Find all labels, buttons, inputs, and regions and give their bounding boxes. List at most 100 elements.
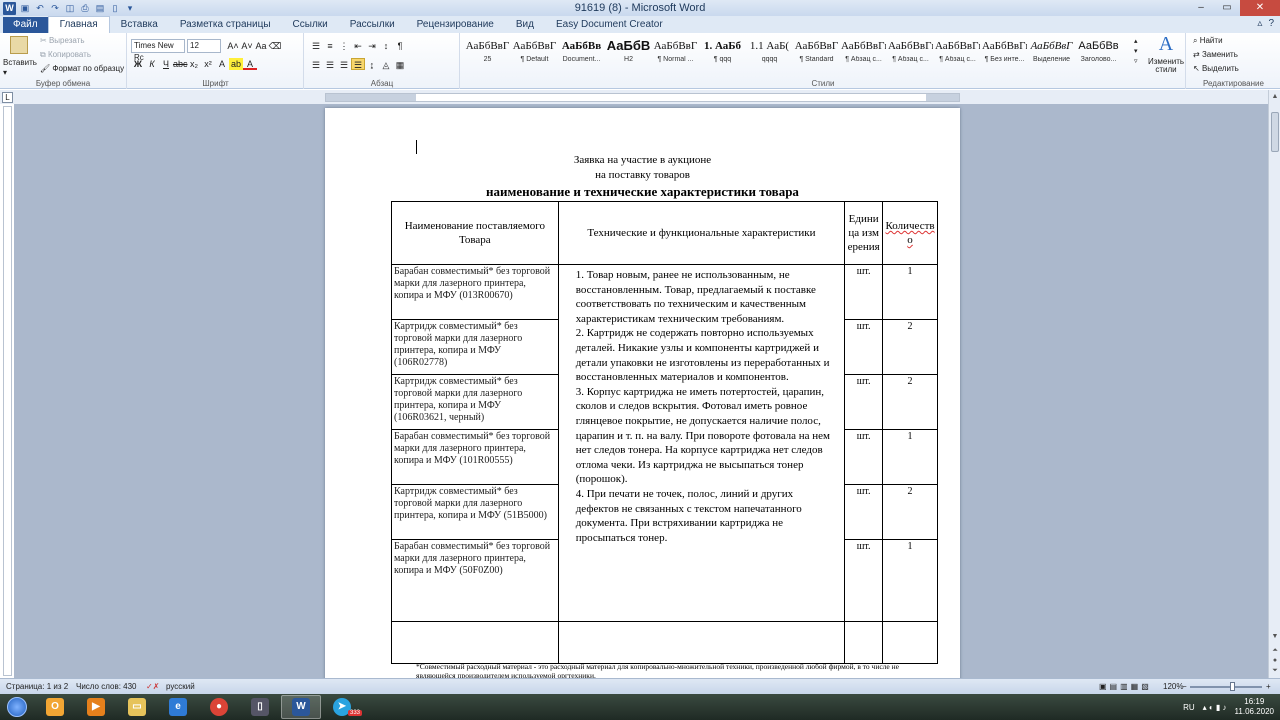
select-button[interactable]: ↖ Выделить [1193,64,1239,73]
style-item[interactable]: АаБбВвГг, ¶ Абзац с... [840,35,887,73]
minimize-ribbon-icon[interactable]: ▵ [1257,18,1262,29]
tab-selector[interactable]: L [2,92,13,103]
customize-qat-icon[interactable]: ▾ [124,2,136,14]
paste-icon[interactable] [10,36,28,54]
sort-icon[interactable]: ↕ [379,40,393,52]
cut-button[interactable]: ✂ Вырезать [40,36,85,45]
zoom-level[interactable]: 120% [1163,682,1183,691]
view-buttons[interactable]: ▣▤▥▦▧ [1099,682,1152,691]
tab-home[interactable]: Главная [47,16,110,33]
zoom-slider[interactable] [1190,686,1262,688]
style-item[interactable]: АаБбВвГ ¶ Normal ... [652,35,699,73]
justify-icon[interactable]: ☰ [351,58,365,70]
style-item[interactable]: АаБбВвГ 25 [464,35,511,73]
start-button[interactable] [0,694,34,720]
increase-indent-icon[interactable]: ⇥ [365,40,379,52]
style-item[interactable]: АаБбВв Заголово... [1075,35,1122,73]
vertical-scrollbar[interactable]: ▲ ▼ ⏶ ● ⏷ [1268,90,1280,678]
italic-icon[interactable]: К [145,58,159,70]
open-icon[interactable]: ▤ [94,2,106,14]
style-item[interactable]: АаБбВв Document... [558,35,605,73]
tab-page-layout[interactable]: Разметка страницы [169,17,282,33]
language-indicator[interactable]: русский [166,682,195,691]
tab-easy-document-creator[interactable]: Easy Document Creator [545,17,674,33]
zoom-in-icon[interactable]: + [1266,682,1271,691]
vertical-ruler[interactable] [3,106,12,676]
strikethrough-icon[interactable]: abc [173,58,188,70]
subscript-icon[interactable]: x₂ [187,58,201,70]
browse-object-icon[interactable]: ● [1269,656,1280,666]
taskbar-outlook[interactable]: O [35,695,75,719]
scroll-down-icon[interactable]: ▼ [1269,632,1280,642]
taskbar-explorer[interactable]: ▭ [117,695,157,719]
bullets-icon[interactable]: ☰ [309,40,323,52]
highlight-icon[interactable]: ab [229,58,243,70]
styles-scroll[interactable]: ▴ ▾ ▿ [1134,37,1138,67]
align-right-icon[interactable]: ☰ [337,59,351,71]
align-center-icon[interactable]: ☰ [323,59,337,71]
text-effects-icon[interactable]: A [215,58,229,70]
tab-mailings[interactable]: Рассылки [339,17,406,33]
word-app-icon[interactable]: W [3,1,16,15]
tab-view[interactable]: Вид [505,17,545,33]
style-item[interactable]: АаБбВвГ Выделение [1028,35,1075,73]
superscript-icon[interactable]: x² [201,58,215,70]
scroll-thumb[interactable] [1271,112,1279,152]
maximize-icon[interactable]: ▭ [1214,0,1240,16]
tray-icons[interactable]: ▴ ◐ ▮ ♪ [1203,703,1227,712]
change-case-icon[interactable]: Aa [254,40,268,52]
taskbar-device[interactable]: ▯ [240,695,280,719]
shrink-font-icon[interactable]: A˅ [240,40,254,52]
clear-format-icon[interactable]: ⌫ [268,40,282,52]
next-page-icon[interactable]: ⏷ [1269,666,1280,676]
taskbar-chrome[interactable]: ● [199,695,239,719]
prev-page-icon[interactable]: ⏶ [1269,646,1280,656]
font-name-select[interactable]: Times New Rc [131,39,185,62]
word-count[interactable]: Число слов: 430 [76,682,136,691]
minimize-icon[interactable]: – [1188,0,1214,16]
style-item[interactable]: 1. АаБб ¶ qqq [699,35,746,73]
show-marks-icon[interactable]: ¶ [393,40,407,52]
font-color-icon[interactable]: A [243,58,257,70]
numbering-icon[interactable]: ≡ [323,40,337,52]
line-spacing-icon[interactable]: ↨ [365,59,379,71]
paste-dropdown-icon[interactable]: ▾ [3,68,7,77]
keyboard-language[interactable]: RU [1183,703,1195,712]
change-styles-button[interactable]: Изменить стили [1145,58,1187,74]
redo-icon[interactable]: ↷ [49,2,61,14]
style-item[interactable]: АаБбВвГг, ¶ Без инте... [981,35,1028,73]
change-styles-icon[interactable]: A [1157,34,1175,54]
clock[interactable]: 16:19 11.06.2020 [1235,697,1274,717]
zoom-slider-knob[interactable] [1230,682,1235,691]
decrease-indent-icon[interactable]: ⇤ [351,40,365,52]
tab-insert[interactable]: Вставка [110,17,169,33]
print-preview-icon[interactable]: ◫ [64,2,76,14]
taskbar-media-player[interactable]: ▶ [76,695,116,719]
find-button[interactable]: ⌕ Найти [1193,36,1223,46]
help-icon[interactable]: ? [1268,18,1274,29]
tab-file[interactable]: Файл [3,17,48,33]
style-item[interactable]: АаБбВвГг, ¶ Абзац с... [887,35,934,73]
proofing-icon[interactable]: ✓✗ [146,682,159,691]
shading-icon[interactable]: ◬ [379,59,393,71]
bold-icon[interactable]: Ж [131,58,145,70]
scroll-up-icon[interactable]: ▲ [1269,92,1280,102]
style-item[interactable]: АаБбВвГг, ¶ Абзац с... [934,35,981,73]
taskbar-ie[interactable]: e [158,695,198,719]
taskbar-word[interactable]: W [281,695,321,719]
save-icon[interactable]: ▣ [19,2,31,14]
tab-references[interactable]: Ссылки [282,17,339,33]
undo-icon[interactable]: ↶ [34,2,46,14]
borders-icon[interactable]: ▦ [393,59,407,71]
document-page[interactable]: Заявка на участие в аукционе на поставку… [325,108,960,678]
zoom-out-icon[interactable]: − [1182,682,1187,691]
tab-review[interactable]: Рецензирование [406,17,505,33]
close-icon[interactable]: ✕ [1240,0,1280,16]
style-item[interactable]: 1.1 АаБ(qqqq [746,35,793,73]
print-icon[interactable]: ⎙ [79,2,91,14]
style-item[interactable]: АаБбВвГ ¶ Standard [793,35,840,73]
new-doc-icon[interactable]: ▯ [109,2,121,14]
format-painter-button[interactable]: 🖌 Формат по образцу [40,64,124,73]
style-item[interactable]: АаБбВ H2 [605,35,652,73]
grow-font-icon[interactable]: A˄ [226,40,240,52]
